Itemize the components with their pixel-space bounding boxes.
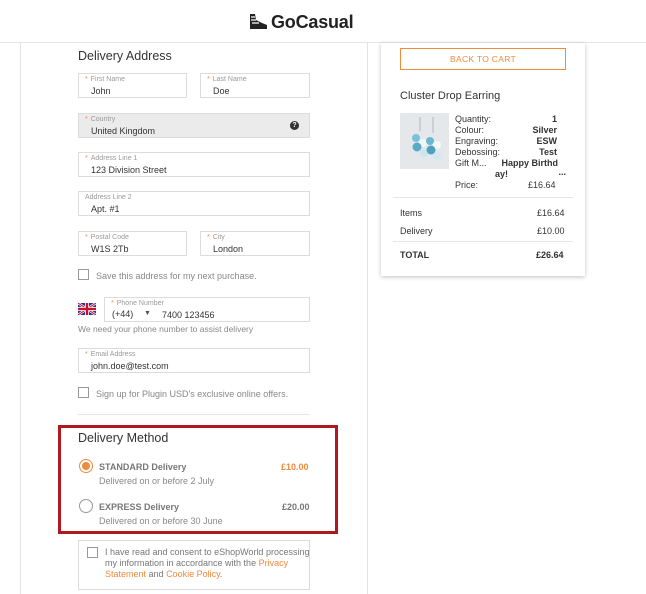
save-address-label: Save this address for my next purchase. (96, 271, 257, 281)
standard-delivery-price: £10.00 (281, 462, 309, 472)
divider (393, 241, 573, 242)
consent-text: I have read and consent to eShopWorld pr… (105, 547, 310, 579)
debossing-value: Test (539, 147, 557, 157)
help-icon[interactable]: ? (290, 121, 299, 130)
phone-note: We need your phone number to assist deli… (78, 324, 254, 334)
product-thumbnail[interactable] (400, 113, 449, 169)
city-field[interactable]: * City London (200, 231, 310, 256)
phone-value: 7400 123456 (162, 310, 215, 320)
address-line-1-field[interactable]: * Address Line 1 123 Division Street (78, 152, 310, 177)
country-field[interactable]: * Country United Kingdom ? (78, 113, 310, 138)
city-value: London (213, 244, 244, 254)
gift-message-value-cont: ay! (494, 169, 508, 179)
standard-delivery-date: Delivered on or before 2 July (99, 476, 215, 486)
address-line-2-field[interactable]: Address Line 2 Apt. #1 (78, 191, 310, 216)
price-label: Price: (455, 180, 479, 190)
items-value: £16.64 (537, 208, 565, 218)
email-field[interactable]: * Email Address john.doe@test.com (78, 348, 310, 373)
back-to-cart-button[interactable]: BACK TO CART (400, 48, 566, 70)
delivery-label: Delivery (400, 226, 433, 236)
gift-message-ellipsis: ... (558, 167, 566, 177)
consent-checkbox[interactable] (87, 547, 98, 558)
standard-delivery-radio[interactable] (79, 459, 93, 473)
first-name-value: John (91, 86, 111, 96)
delivery-value: £10.00 (537, 226, 565, 236)
address-line-1-label: Address Line 1 (90, 155, 138, 162)
phone-label: Phone Number (116, 300, 164, 307)
postal-code-field[interactable]: * Postal Code W1S 2Tb (78, 231, 187, 256)
total-label: TOTAL (400, 250, 430, 260)
engraving-value: ESW (536, 136, 557, 146)
express-delivery-name: EXPRESS Delivery (99, 502, 180, 512)
country-label: Country (90, 116, 116, 123)
save-address-checkbox[interactable] (78, 269, 89, 280)
express-delivery-date: Delivered on or before 30 June (99, 516, 223, 526)
quantity-value: 1 (551, 114, 557, 124)
email-value: john.doe@test.com (91, 361, 169, 371)
items-label: Items (400, 208, 423, 218)
divider (393, 197, 573, 198)
total-value: £26.64 (536, 250, 564, 260)
gift-message-label: Gift M... (455, 158, 487, 168)
first-name-field[interactable]: * First Name John (78, 73, 187, 98)
product-title: Cluster Drop Earring (400, 90, 501, 102)
address-line-2-value: Apt. #1 (91, 204, 120, 214)
debossing-label: Debossing: (455, 147, 501, 157)
express-delivery-price: £20.00 (282, 502, 310, 512)
email-label: Email Address (90, 351, 136, 358)
gift-message-value: Happy Birthd (501, 158, 558, 168)
city-label: City (212, 234, 225, 241)
brand-name: GoCasual (271, 11, 354, 32)
engraving-label: Engraving: (455, 136, 499, 146)
cookie-policy-link[interactable]: Cookie Policy (166, 569, 220, 579)
last-name-label: Last Name (212, 76, 247, 83)
delivery-address-title: Delivery Address (78, 49, 172, 63)
postal-code-value: W1S 2Tb (91, 244, 129, 254)
signup-checkbox[interactable] (78, 387, 89, 398)
top-bar: GoCasual (0, 0, 646, 43)
uk-flag-icon (78, 303, 96, 315)
brand-logo[interactable]: GoCasual (247, 11, 354, 33)
delivery-method-title: Delivery Method (78, 431, 169, 445)
standard-delivery-name: STANDARD Delivery (99, 462, 187, 472)
address-line-2-label: Address Line 2 (85, 194, 132, 201)
last-name-value: Doe (213, 86, 230, 96)
address-line-1-value: 123 Division Street (91, 165, 167, 175)
last-name-field[interactable]: * Last Name Doe (200, 73, 310, 98)
price-value: £16.64 (528, 180, 556, 190)
country-value: United Kingdom (91, 126, 156, 136)
colour-label: Colour: (455, 125, 485, 135)
quantity-label: Quantity: (455, 114, 492, 124)
postal-code-label: Postal Code (90, 234, 129, 241)
divider (78, 414, 310, 415)
shoe-icon (250, 14, 267, 29)
express-delivery-radio[interactable] (79, 499, 93, 513)
colour-value: Silver (532, 125, 557, 135)
signup-label: Sign up for Plugin USD's exclusive onlin… (96, 389, 289, 399)
phone-field[interactable]: * Phone Number 7400 123456 (104, 297, 310, 322)
first-name-label: First Name (90, 76, 125, 83)
